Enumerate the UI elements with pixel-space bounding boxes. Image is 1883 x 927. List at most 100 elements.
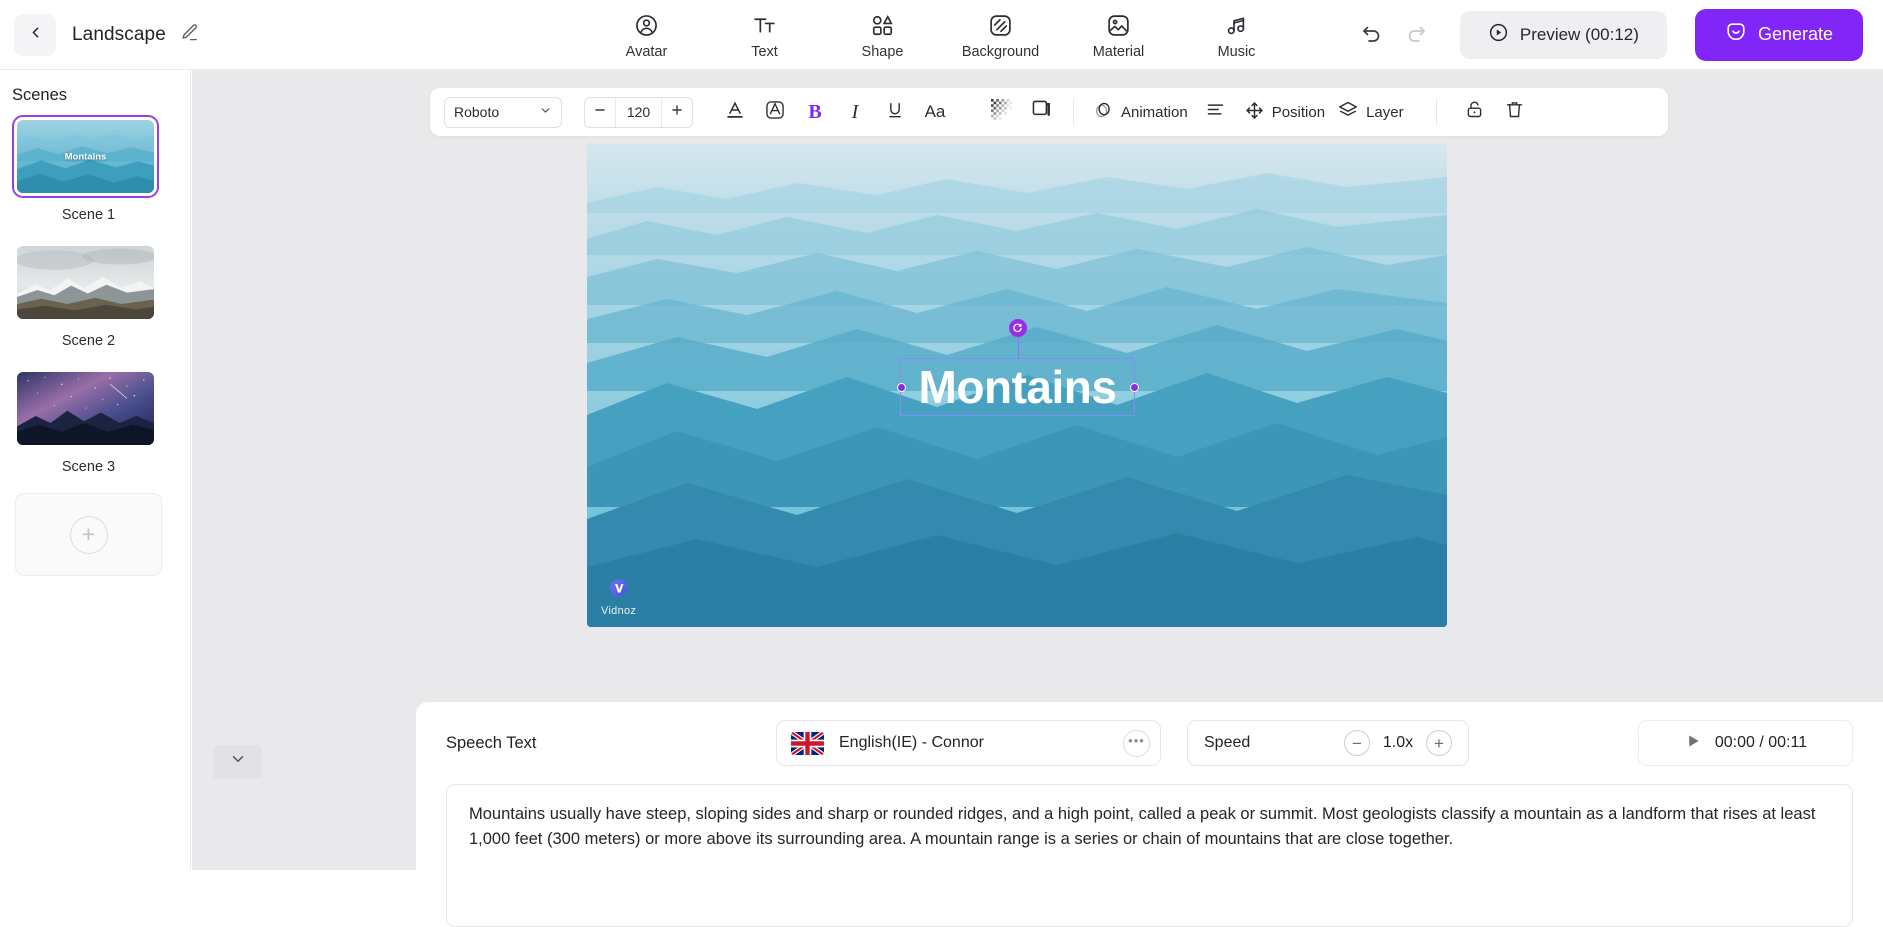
text-outline-button[interactable] (755, 94, 795, 130)
opacity-checker-icon (991, 99, 1012, 125)
page-title: Landscape (72, 24, 166, 46)
scene-thumb-frame-3 (12, 367, 159, 450)
tool-music[interactable]: Music (1199, 9, 1275, 60)
underline-button[interactable] (875, 94, 915, 130)
shadow-button[interactable] (1021, 94, 1061, 130)
resize-handle-right[interactable] (1130, 383, 1139, 392)
scene-thumbnail-3[interactable] (17, 372, 154, 445)
scene-thumbnail-2[interactable] (17, 246, 154, 319)
font-family-value: Roboto (454, 104, 499, 120)
font-size-increase-button[interactable] (662, 98, 692, 127)
top-bar: Landscape Avatar Text Shape (0, 0, 1883, 70)
minus-icon (593, 102, 607, 122)
font-size-input[interactable]: 120 (615, 98, 662, 127)
generate-label: Generate (1758, 24, 1833, 45)
night-sky-thumb-art (17, 372, 154, 445)
scene-caption-2: Scene 2 (12, 333, 165, 349)
scene-thumbnail-1[interactable]: Montains (17, 120, 154, 193)
top-right-actions: Preview (00:12) Generate (1350, 9, 1863, 61)
undo-button[interactable] (1350, 13, 1394, 57)
scene-list-item-3[interactable]: Scene 3 (12, 367, 173, 475)
speed-label: Speed (1204, 734, 1344, 752)
delete-button[interactable] (1495, 94, 1535, 130)
undo-icon (1360, 20, 1384, 49)
scene-thumb-frame-2 (12, 241, 159, 324)
tool-avatar[interactable]: Avatar (609, 9, 685, 60)
scene-thumb-selected-frame: Montains (12, 115, 159, 198)
watermark-label: Vidnoz (601, 605, 636, 617)
text-case-icon: Aa (925, 102, 946, 122)
tool-material[interactable]: Material (1081, 9, 1157, 60)
tool-material-label: Material (1093, 44, 1145, 60)
preview-button[interactable]: Preview (00:12) (1460, 11, 1667, 59)
background-icon (988, 11, 1013, 39)
layer-button[interactable]: Layer (1331, 94, 1410, 130)
resize-handle-left[interactable] (897, 383, 906, 392)
scene-list-item-2[interactable]: Scene 2 (12, 241, 173, 349)
tool-text-label: Text (751, 44, 778, 60)
scene-caption-3: Scene 3 (12, 459, 165, 475)
script-textarea[interactable]: Mountains usually have steep, sloping si… (446, 784, 1853, 927)
scene-list-item-1[interactable]: Montains Scene 1 (12, 115, 173, 223)
collapse-panel-button[interactable] (213, 745, 262, 778)
lock-button[interactable] (1455, 94, 1495, 130)
text-outline-icon (764, 99, 786, 126)
add-scene-button[interactable]: + (15, 493, 162, 576)
layers-icon (1337, 99, 1359, 125)
ellipsis-icon[interactable]: ••• (1123, 730, 1150, 757)
canvas-text-element[interactable]: Montains (900, 358, 1135, 416)
layer-label: Layer (1366, 104, 1404, 121)
italic-icon: I (852, 101, 859, 124)
font-size-decrease-button[interactable] (585, 98, 615, 127)
toolbar-divider-2 (1436, 99, 1437, 125)
align-left-icon (1205, 99, 1226, 125)
vidnoz-logo-icon (608, 577, 630, 604)
play-circle-icon (1488, 22, 1509, 48)
animation-icon (1092, 99, 1114, 125)
move-arrows-icon (1244, 100, 1265, 125)
checker (991, 99, 1012, 120)
voice-selector[interactable]: English(IE) - Connor ••• (776, 720, 1161, 766)
scenes-title: Scenes (0, 86, 190, 105)
position-label: Position (1272, 104, 1325, 121)
speed-decrease-button[interactable]: − (1344, 730, 1370, 756)
tool-background[interactable]: Background (963, 9, 1039, 60)
font-size-stepper: 120 (584, 97, 693, 128)
scene-canvas[interactable]: Montains Vidnoz (587, 143, 1447, 627)
animation-label: Animation (1121, 104, 1188, 121)
tool-shape[interactable]: Shape (845, 9, 921, 60)
text-format-toolbar: Roboto 120 (430, 88, 1668, 136)
canvas-text-value: Montains (901, 360, 1134, 414)
tool-background-label: Background (962, 44, 1039, 60)
back-button[interactable] (14, 14, 56, 56)
text-color-icon (724, 99, 746, 126)
text-case-button[interactable]: Aa (915, 94, 955, 130)
redo-button[interactable] (1394, 13, 1438, 57)
opacity-button[interactable] (981, 94, 1021, 130)
uk-flag-icon (791, 732, 824, 755)
speed-increase-button[interactable]: + (1426, 730, 1452, 756)
tool-text[interactable]: Text (727, 9, 803, 60)
audio-player[interactable]: 00:00 / 00:11 (1638, 720, 1853, 766)
italic-button[interactable]: I (835, 94, 875, 130)
play-icon (1684, 732, 1702, 755)
speech-panel: Speech Text English(IE) - Connor ••• Spe… (416, 702, 1883, 870)
tool-shape-label: Shape (862, 44, 904, 60)
voice-name: English(IE) - Connor (839, 734, 1123, 752)
watermark: Vidnoz (601, 577, 636, 617)
rename-project-button[interactable] (180, 23, 199, 47)
unlock-icon (1464, 99, 1485, 125)
animation-button[interactable]: Animation (1086, 94, 1194, 130)
preview-label: Preview (00:12) (1520, 25, 1639, 45)
chevron-left-icon (27, 24, 44, 46)
bold-button[interactable]: B (795, 94, 835, 130)
generate-button[interactable]: Generate (1695, 9, 1863, 61)
material-icon (1106, 11, 1131, 39)
editor-area: Roboto 120 (192, 70, 1883, 870)
position-button[interactable]: Position (1238, 94, 1331, 130)
align-button[interactable] (1194, 94, 1238, 130)
rotate-handle-icon[interactable] (1009, 319, 1027, 337)
text-color-button[interactable] (715, 94, 755, 130)
redo-icon (1404, 20, 1428, 49)
font-family-select[interactable]: Roboto (444, 97, 562, 128)
